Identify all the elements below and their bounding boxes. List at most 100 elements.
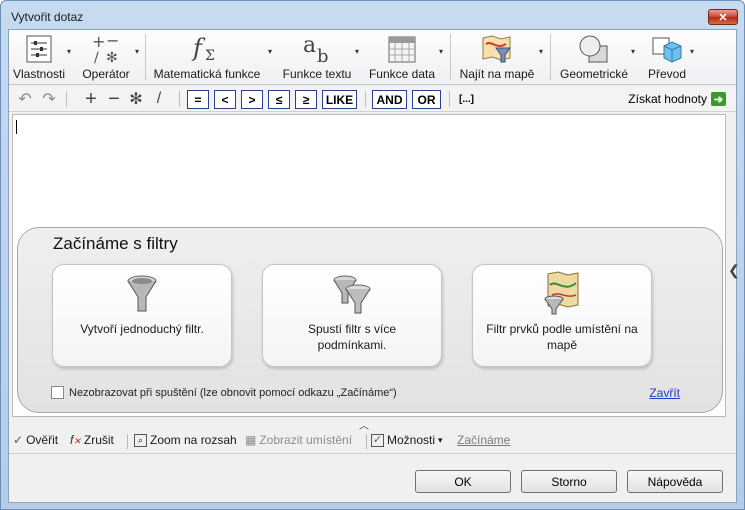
- show-location-button[interactable]: ▦ Zobrazit umístění: [245, 433, 352, 447]
- chevron-down-icon[interactable]: ▾: [539, 47, 543, 56]
- undo-icon[interactable]: ↶: [15, 89, 35, 109]
- title-bar: Vytvořit dotaz ✕: [1, 1, 744, 29]
- checkbox-checked-icon: ✓: [371, 433, 384, 447]
- less-than-button[interactable]: <: [214, 90, 236, 109]
- divide-button[interactable]: /: [150, 89, 168, 109]
- svg-text:f: f: [191, 34, 206, 62]
- getting-started-title: Začínáme s filtry: [53, 234, 178, 253]
- close-button[interactable]: ✕: [708, 9, 738, 25]
- properties-button[interactable]: Vlastnosti: [13, 32, 65, 82]
- toolbar-separator: [449, 91, 450, 107]
- simple-filter-card[interactable]: Vytvoří jednoduchý filtr.: [52, 264, 232, 367]
- options-label: Možnosti: [387, 433, 436, 447]
- text-caret: [16, 120, 17, 134]
- properties-label: Vlastnosti: [12, 67, 66, 81]
- chevron-down-icon[interactable]: ▾: [439, 47, 443, 56]
- like-button[interactable]: LIKE: [322, 90, 357, 109]
- check-icon: ✓: [13, 433, 24, 447]
- options-button[interactable]: ✓ Možnosti ▾: [371, 433, 443, 447]
- help-button[interactable]: Nápověda: [627, 470, 723, 493]
- chevron-down-icon[interactable]: ▾: [135, 47, 139, 56]
- conversion-icon: [650, 32, 684, 66]
- arrow-right-icon: ➔: [711, 92, 726, 106]
- expression-toolbar: ↶ ↷ + − ✻ / = < > ≤ ≥ LIKE AND OR [...] …: [9, 86, 736, 112]
- conversion-label: Převod: [647, 67, 687, 81]
- multi-filter-card[interactable]: Spustí filtr s více podmínkami.: [262, 264, 442, 367]
- svg-text:b: b: [317, 46, 329, 64]
- dialog-client: Vlastnosti ▾ + − / ✻ Operátor ▾ f Σ Mate…: [8, 29, 740, 503]
- chevron-down-icon[interactable]: ▾: [690, 47, 694, 56]
- date-function-icon: [387, 32, 417, 66]
- chevron-down-icon: ▾: [438, 434, 443, 445]
- ribbon-separator: [550, 34, 551, 80]
- multi-funnel-icon: [263, 265, 441, 317]
- operator-button[interactable]: + − / ✻ Operátor: [79, 32, 133, 82]
- find-on-map-button[interactable]: Najít na mapě: [457, 32, 537, 82]
- ribbon-toolbar: Vlastnosti ▾ + − / ✻ Operátor ▾ f Σ Mate…: [9, 30, 736, 85]
- getting-started-link[interactable]: Začínáme: [457, 433, 510, 447]
- dialog-window: Vytvořit dotaz ✕ Vlastnosti ▾ + − / ✻ Op…: [0, 0, 745, 510]
- zoom-label: Zoom na rozsah: [150, 433, 237, 447]
- ok-button[interactable]: OK: [415, 470, 511, 493]
- multiply-button[interactable]: ✻: [127, 89, 145, 109]
- geometry-button[interactable]: Geometrické: [557, 32, 631, 82]
- svg-text:a: a: [303, 34, 316, 58]
- find-on-map-icon: [480, 32, 514, 66]
- operator-icon: + − / ✻: [90, 32, 122, 66]
- clear-label: Zrušit: [83, 433, 114, 447]
- verify-button[interactable]: ✓ Ověřit: [13, 433, 58, 447]
- chevron-down-icon[interactable]: ▾: [631, 47, 635, 56]
- toolbar-separator: [127, 434, 128, 449]
- get-values-button[interactable]: Získat hodnoty ➔: [628, 92, 726, 106]
- grid-icon: ▦: [245, 433, 257, 447]
- get-values-label: Získat hodnoty: [628, 92, 707, 106]
- verify-label: Ověřit: [26, 433, 59, 447]
- multi-filter-text: Spustí filtr s více podmínkami.: [307, 322, 397, 352]
- redo-icon[interactable]: ↷: [39, 89, 59, 109]
- less-equal-button[interactable]: ≤: [268, 90, 290, 109]
- toolbar-separator: [66, 91, 67, 107]
- math-function-icon: f Σ: [190, 32, 224, 66]
- zoom-to-extent-button[interactable]: ⌕ Zoom na rozsah: [134, 433, 237, 447]
- svg-text:−: −: [106, 34, 119, 50]
- chevron-down-icon[interactable]: ▾: [67, 47, 71, 56]
- map-filter-card[interactable]: Filtr prvků podle umístění na mapě: [472, 264, 652, 367]
- cancel-button[interactable]: Storno: [521, 470, 617, 493]
- plus-button[interactable]: +: [82, 88, 100, 110]
- window-title: Vytvořit dotaz: [11, 10, 84, 24]
- greater-than-button[interactable]: >: [241, 90, 263, 109]
- greater-equal-button[interactable]: ≥: [295, 90, 317, 109]
- chevron-left-icon[interactable]: ❮: [728, 262, 740, 279]
- svg-text:/: /: [94, 50, 99, 64]
- date-function-button[interactable]: Funkce data: [365, 32, 439, 82]
- dont-show-checkbox[interactable]: Nezobrazovat při spuštění (lze obnovit p…: [51, 386, 397, 399]
- conversion-button[interactable]: Převod: [642, 32, 692, 82]
- find-on-map-label: Najít na mapě: [459, 67, 535, 81]
- close-panel-link[interactable]: Zavřít: [649, 386, 680, 400]
- clear-button[interactable]: f✕ Zrušit: [70, 433, 114, 447]
- geometry-label: Geometrické: [559, 67, 629, 81]
- math-function-button[interactable]: f Σ Matematická funkce: [152, 32, 262, 82]
- bottom-toolbar: ✓ Ověřit f✕ Zrušit ⌕ Zoom na rozsah ▦ Zo…: [9, 428, 736, 454]
- chevron-down-icon[interactable]: ▾: [268, 47, 272, 56]
- equals-button[interactable]: =: [187, 90, 209, 109]
- text-function-button[interactable]: a b Funkce textu: [279, 32, 355, 82]
- show-location-label: Zobrazit umístění: [259, 433, 353, 447]
- text-function-label: Funkce textu: [282, 67, 352, 81]
- simple-filter-text: Vytvoří jednoduchý filtr.: [80, 322, 204, 336]
- minus-button[interactable]: −: [105, 88, 123, 110]
- ribbon-separator: [145, 34, 146, 80]
- and-button[interactable]: AND: [372, 90, 407, 109]
- chevron-down-icon[interactable]: ▾: [355, 47, 359, 56]
- zoom-icon: ⌕: [134, 433, 147, 447]
- date-function-label: Funkce data: [368, 67, 436, 81]
- map-filter-text: Filtr prvků podle umístění na mapě: [486, 322, 638, 352]
- toolbar-separator: [179, 91, 180, 107]
- checkbox-box[interactable]: [51, 386, 64, 399]
- properties-icon: [25, 32, 53, 66]
- or-button[interactable]: OR: [412, 90, 441, 109]
- brackets-button[interactable]: [...]: [459, 94, 474, 105]
- ribbon-separator: [450, 34, 451, 80]
- getting-started-panel: Začínáme s filtry Vytvoří jednoduchý fil…: [17, 227, 723, 413]
- text-function-icon: a b: [300, 32, 334, 66]
